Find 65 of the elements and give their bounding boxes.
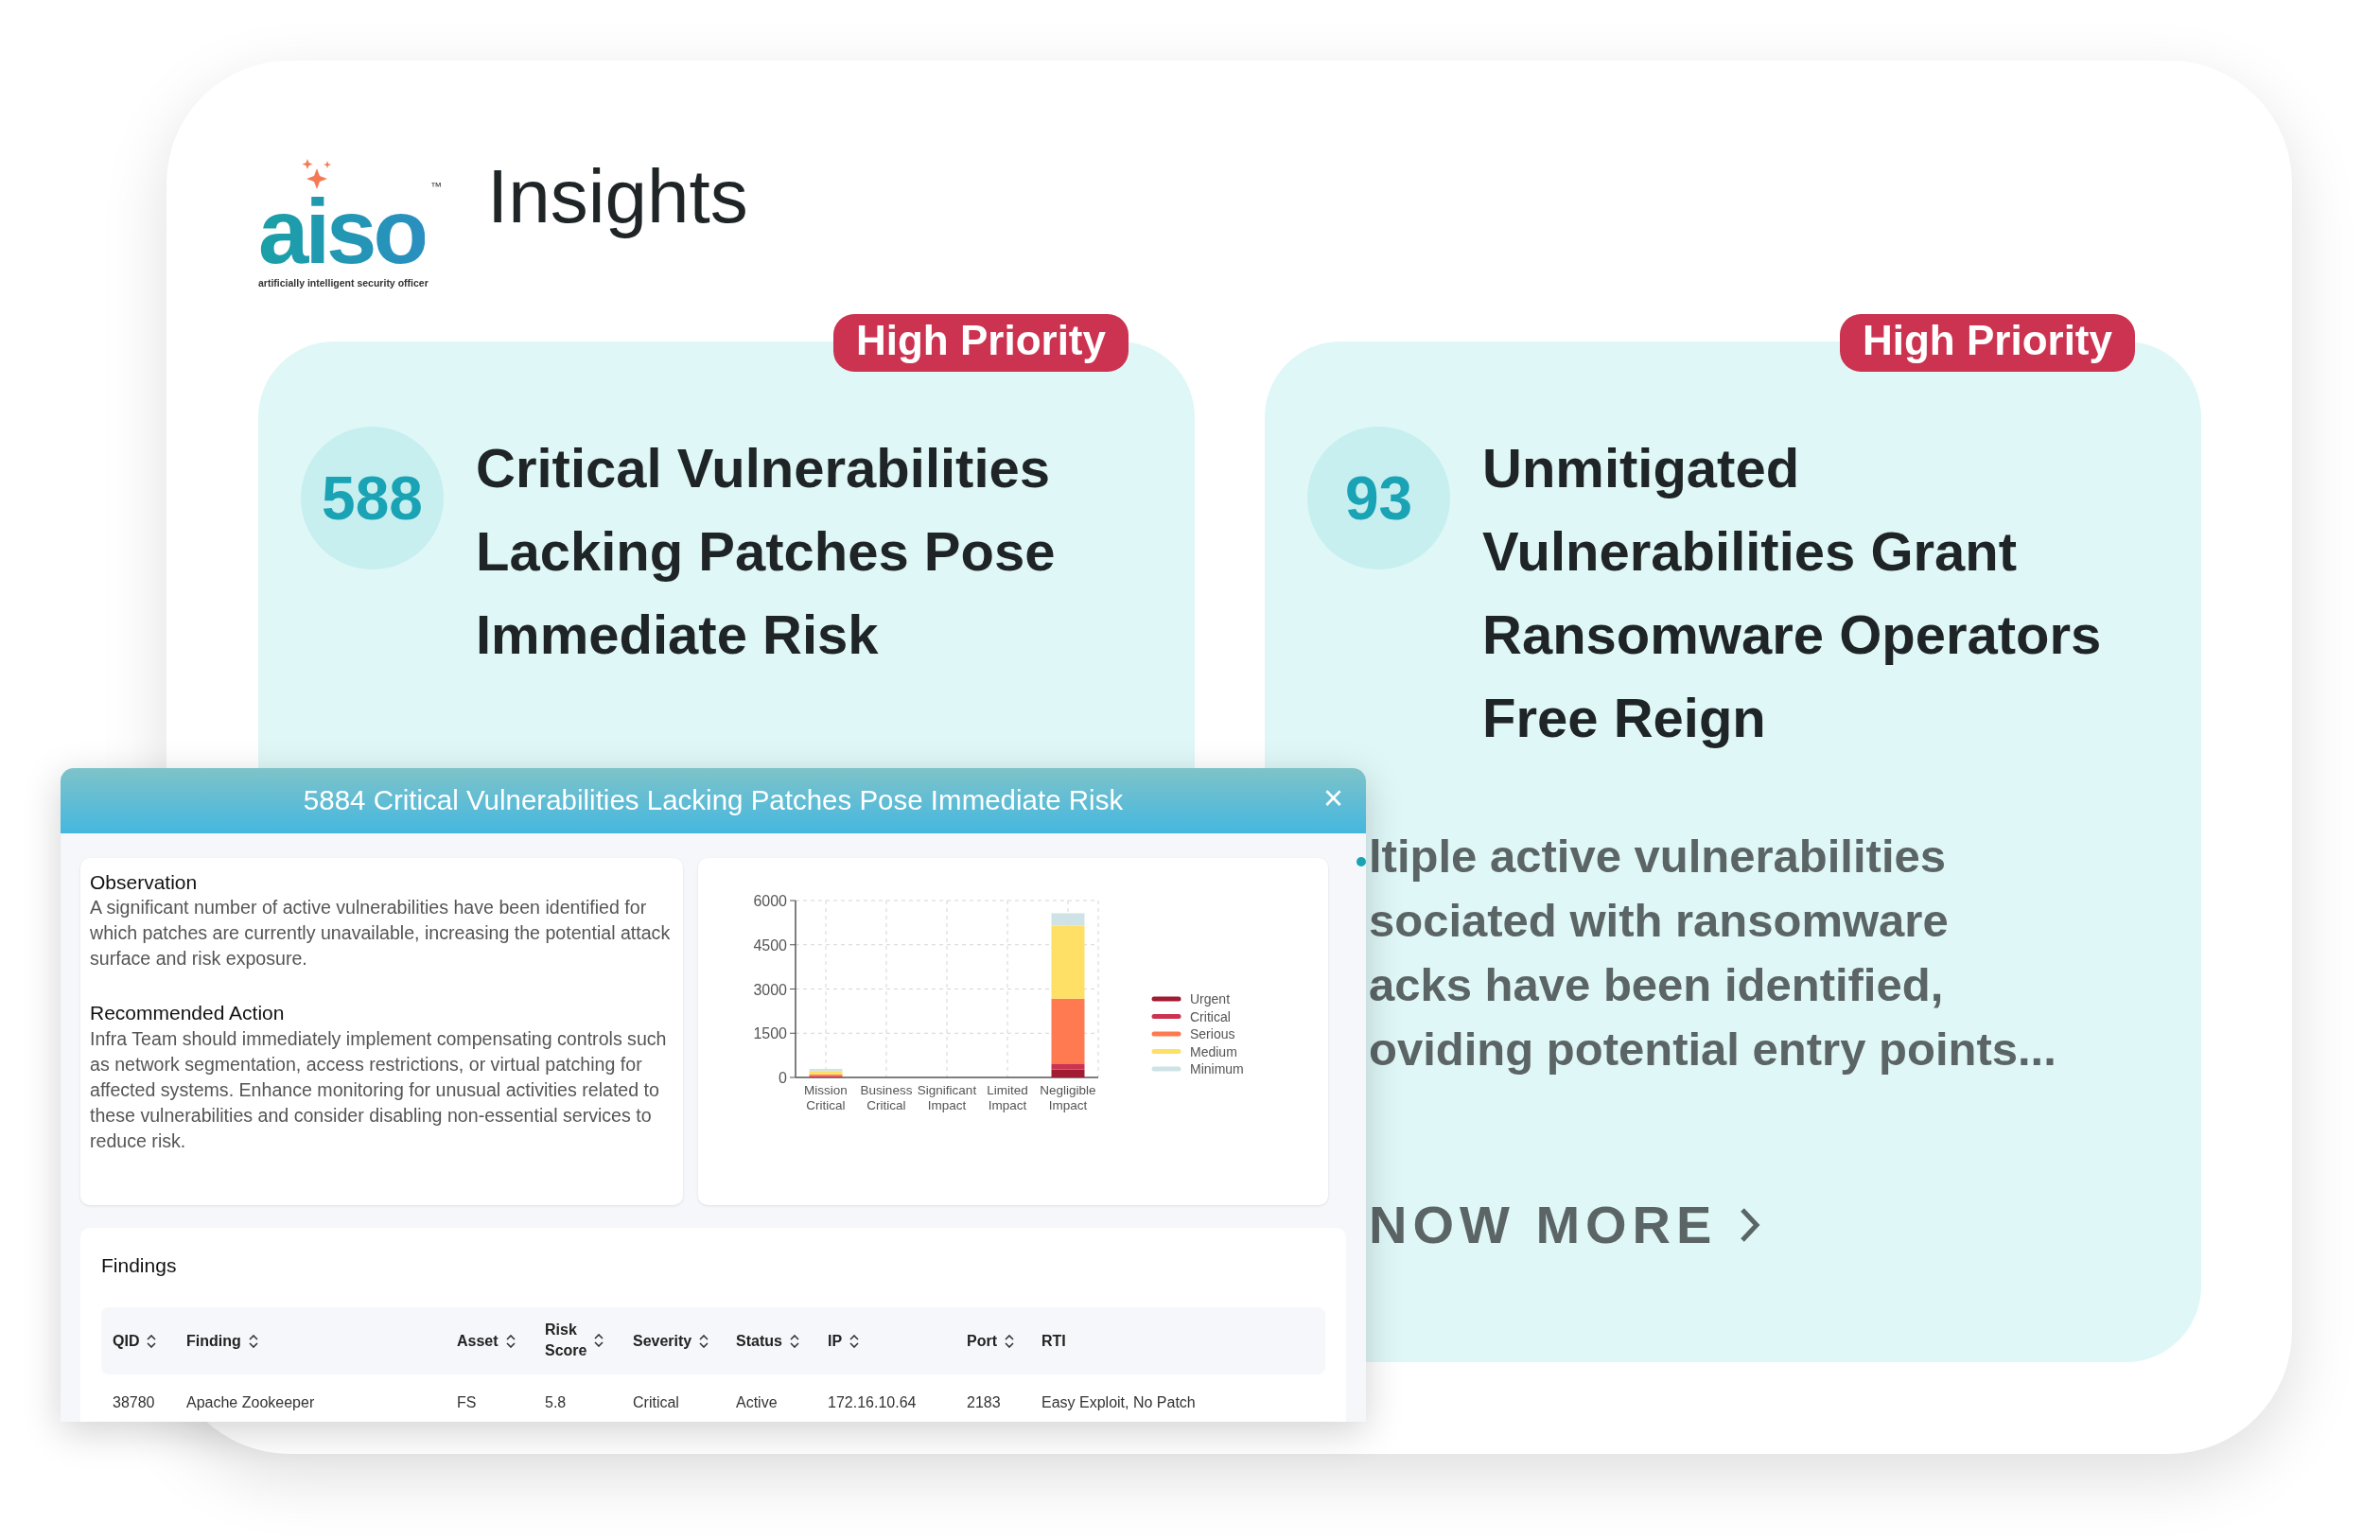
chevron-right-icon bbox=[1740, 1207, 1761, 1244]
table-cell-text: 38780 bbox=[112, 1392, 156, 1412]
trademark-sign: ™ bbox=[430, 179, 442, 195]
description-line: acks have been identified, bbox=[1369, 958, 1945, 1013]
legend-label: Critical bbox=[1190, 1008, 1231, 1024]
priority-badge: High Priority bbox=[832, 314, 1129, 372]
table-cell-text: FS bbox=[456, 1392, 478, 1412]
description-line: oviding potential entry points... bbox=[1369, 1023, 2057, 1077]
count-circle: 93 bbox=[1307, 427, 1450, 570]
legend-swatch bbox=[1151, 1031, 1181, 1037]
card-title-line: Lacking Patches Pose bbox=[476, 519, 1056, 585]
section-text: A significant number of active vulnerabilities have been identified for which patches are currently unavailable, increasing the potential attack surface and risk exposure. bbox=[90, 896, 672, 971]
card-title-line: Critical Vulnerabilities bbox=[476, 436, 1052, 501]
findings-title: Findings bbox=[101, 1253, 178, 1278]
legend-label: Medium bbox=[1190, 1043, 1237, 1059]
column-header[interactable]: Finding bbox=[175, 1306, 446, 1374]
dialog-title: 5884 Critical Vulnerabilities Lacking Patches Pose Immediate Risk bbox=[303, 783, 1124, 818]
bar-segment bbox=[1051, 1069, 1085, 1077]
table-cell-text: Easy Exploit, No Patch bbox=[1041, 1392, 1197, 1412]
legend-label: Minimum bbox=[1190, 1061, 1244, 1076]
column-header[interactable]: IP bbox=[816, 1306, 955, 1374]
card-title-line: Ransomware Operators bbox=[1482, 603, 2102, 668]
priority-badge: High Priority bbox=[1839, 314, 2135, 372]
table-cell-text: Critical bbox=[632, 1392, 680, 1412]
table-cell-text: 172.16.10.64 bbox=[827, 1392, 918, 1412]
card-title-line: Free Reign bbox=[1482, 686, 1767, 751]
description-line: ltiple active vulnerabilities bbox=[1369, 830, 1947, 884]
card-title-line: Vulnerabilities Grant bbox=[1482, 519, 2019, 585]
category-label: Significant Impact bbox=[917, 1083, 977, 1112]
table-cell-text: 2183 bbox=[966, 1392, 1002, 1412]
table-cell-text: Apache Zookeeper bbox=[185, 1392, 316, 1412]
legend-swatch bbox=[1151, 1049, 1181, 1054]
legend-swatch bbox=[1151, 996, 1181, 1002]
y-tick-label: 0 bbox=[779, 1070, 787, 1086]
card-title-line: Immediate Risk bbox=[476, 603, 880, 668]
category-label: Negligible Impact bbox=[1040, 1083, 1096, 1112]
category-label: Limited Impact bbox=[987, 1083, 1028, 1112]
y-tick-label: 1500 bbox=[753, 1025, 787, 1042]
column-header[interactable]: Port bbox=[955, 1306, 1030, 1374]
legend-swatch bbox=[1151, 1066, 1181, 1072]
know-more-link[interactable]: NOW MORE bbox=[1369, 1185, 1761, 1266]
card-title-line: Unmitigated bbox=[1482, 436, 1801, 501]
y-tick-label: 3000 bbox=[753, 981, 787, 998]
logo-tagline: artificially intelligent security officer bbox=[258, 276, 429, 291]
count-circle: 588 bbox=[301, 427, 444, 570]
section-text: Infra Team should immediately implement compensating controls such as network segmentation, access restrictions, or virtual patching for affected systems. Enhance monitoring for unusual activities related to these vulnerabilities and consider disabling non-essential services to reduce risk. bbox=[90, 1026, 668, 1153]
column-header[interactable]: Risk Score bbox=[534, 1306, 621, 1374]
column-header[interactable]: Status bbox=[725, 1306, 816, 1374]
scroll-indicator bbox=[1356, 857, 1366, 866]
legend-label: Serious bbox=[1190, 1026, 1235, 1041]
category-label: Mission Critical bbox=[804, 1083, 848, 1112]
section-heading: Recommended Action bbox=[90, 1001, 286, 1026]
description-line: sociated with ransomware bbox=[1369, 894, 1950, 949]
table-cell-text: 5.8 bbox=[544, 1392, 568, 1412]
table-cell-text: Active bbox=[735, 1392, 779, 1412]
column-header[interactable]: Asset bbox=[446, 1306, 534, 1374]
legend-swatch bbox=[1151, 1014, 1181, 1019]
y-tick-label: 6000 bbox=[753, 893, 787, 909]
column-header[interactable]: QID bbox=[101, 1306, 175, 1374]
column-header[interactable]: Severity bbox=[621, 1306, 725, 1374]
legend-label: Urgent bbox=[1190, 991, 1231, 1006]
section-heading: Observation bbox=[90, 870, 199, 895]
category-label: Business Critical bbox=[860, 1083, 913, 1112]
column-header: RTI bbox=[1030, 1306, 1325, 1374]
y-tick-label: 4500 bbox=[753, 936, 787, 954]
